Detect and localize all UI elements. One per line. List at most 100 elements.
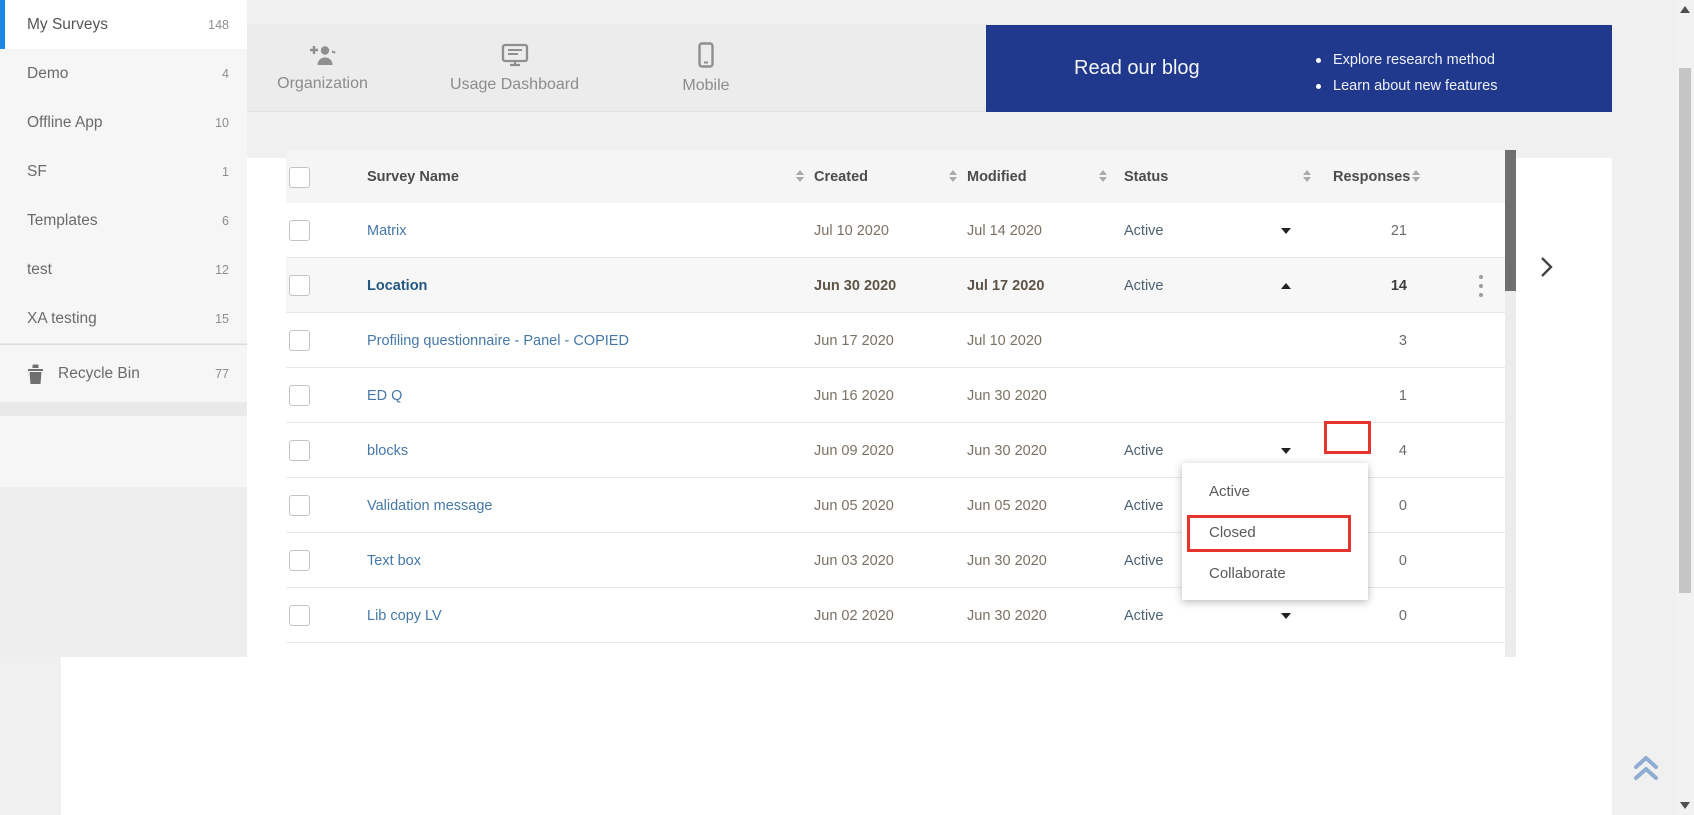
modified-date: Jun 30 2020 [967, 368, 1047, 423]
created-date: Jun 30 2020 [814, 258, 896, 313]
nav-tab-label: Organization [277, 75, 368, 93]
chevron-right-icon [1534, 255, 1558, 279]
double-chevron-up-icon [1628, 752, 1664, 784]
sidebar-item-sf[interactable]: SF1 [0, 147, 247, 196]
folders-sidebar: My Surveys148Demo4Offline App10SF1Templa… [0, 0, 247, 657]
responses-count: 1 [1336, 368, 1407, 423]
banner-bullet-item[interactable]: Learn about new features [1316, 73, 1497, 99]
row-checkbox[interactable] [289, 330, 310, 351]
column-header-responses[interactable]: Responses [1333, 150, 1410, 203]
page-scrollbar[interactable] [1676, 0, 1694, 815]
column-header-status[interactable]: Status [1124, 150, 1168, 203]
nav-tab-label: Usage Dashboard [450, 76, 579, 94]
dashboard-icon [501, 43, 529, 67]
sort-icon[interactable] [1303, 170, 1311, 182]
sidebar-item-count: 6 [222, 214, 229, 228]
responses-count: 14 [1336, 258, 1407, 313]
caret-down-icon [1281, 448, 1291, 454]
scrollbar-up-arrow-icon[interactable] [1680, 6, 1690, 13]
sidebar-item-offline-app[interactable]: Offline App10 [0, 98, 247, 147]
sidebar-item-templates[interactable]: Templates6 [0, 196, 247, 245]
status-dropdown-caret[interactable] [1274, 203, 1298, 258]
table-scrollbar-thumb[interactable] [1505, 150, 1516, 291]
table-row: MatrixJul 10 2020Jul 14 2020Active21 [286, 203, 1505, 258]
status-value: Active [1124, 533, 1164, 588]
scroll-to-top-button[interactable] [1628, 752, 1664, 784]
banner-bullet-item[interactable]: Explore research method [1316, 47, 1497, 73]
status-value: Active [1124, 258, 1164, 313]
survey-name-link[interactable]: Profiling questionnaire - Panel - COPIED [367, 313, 629, 368]
row-checkbox[interactable] [289, 550, 310, 571]
row-checkbox[interactable] [289, 440, 310, 461]
survey-name-link[interactable]: Text box [367, 533, 421, 588]
sidebar-item-demo[interactable]: Demo4 [0, 49, 247, 98]
nav-tab-mobile[interactable]: Mobile [618, 24, 794, 112]
survey-name-link[interactable]: Lib copy LV [367, 588, 442, 643]
survey-name-link[interactable]: Matrix [367, 203, 406, 258]
status-dropdown-menu: ActiveClosedCollaborate [1182, 463, 1368, 600]
column-header-created[interactable]: Created [814, 150, 868, 203]
mobile-icon [698, 42, 714, 68]
modified-date: Jul 14 2020 [967, 203, 1042, 258]
table-scrollbar-track[interactable] [1505, 150, 1516, 657]
sidebar-item-count: 4 [222, 67, 229, 81]
sort-icon[interactable] [1099, 170, 1107, 182]
select-all-checkbox[interactable] [289, 167, 310, 188]
created-date: Jun 05 2020 [814, 478, 894, 533]
table-header-row: Survey Name Created Modified Status Resp… [286, 150, 1505, 203]
page-scrollbar-thumb[interactable] [1679, 68, 1691, 593]
sidebar-item-count: 77 [215, 367, 229, 381]
survey-name-link[interactable]: ED Q [367, 368, 402, 423]
scrollbar-down-arrow-icon[interactable] [1680, 802, 1690, 809]
modified-date: Jul 10 2020 [967, 313, 1042, 368]
status-value: Active [1124, 423, 1164, 478]
row-checkbox[interactable] [289, 605, 310, 626]
row-checkbox[interactable] [289, 385, 310, 406]
blog-banner[interactable]: Read our blog Explore research method Lea… [986, 25, 1612, 112]
nav-tab-usage-dashboard[interactable]: Usage Dashboard [411, 24, 618, 112]
survey-name-link[interactable]: Validation message [367, 478, 492, 533]
row-checkbox[interactable] [289, 275, 310, 296]
column-header-modified[interactable]: Modified [967, 150, 1027, 203]
sidebar-item-label: Recycle Bin [58, 365, 215, 383]
top-navigation-bar: SurveysOrganizationUsage DashboardMobile… [61, 24, 1612, 112]
sidebar-item-recycle-bin[interactable]: Recycle Bin 77 [0, 345, 247, 402]
sidebar-item-xa-testing[interactable]: XA testing15 [0, 294, 247, 343]
row-checkbox[interactable] [289, 220, 310, 241]
created-date: Jul 10 2020 [814, 203, 889, 258]
bullet-icon [1316, 84, 1321, 89]
row-checkbox[interactable] [289, 495, 310, 516]
status-value: Active [1124, 478, 1164, 533]
status-option-closed[interactable]: Closed [1182, 512, 1368, 552]
modified-date: Jun 30 2020 [967, 533, 1047, 588]
status-option-collaborate[interactable]: Collaborate [1182, 553, 1368, 593]
created-date: Jun 16 2020 [814, 368, 894, 423]
sort-icon[interactable] [796, 170, 804, 182]
row-kebab-menu[interactable] [1471, 275, 1491, 297]
sidebar-item-label: My Surveys [27, 16, 208, 34]
sidebar-item-my-surveys[interactable]: My Surveys148 [0, 0, 247, 49]
banner-bullet-label: Learn about new features [1333, 78, 1497, 94]
sidebar-item-label: test [27, 261, 215, 279]
sort-icon[interactable] [1412, 170, 1420, 182]
column-header-survey-name[interactable]: Survey Name [367, 150, 459, 203]
sidebar-item-count: 15 [215, 312, 229, 326]
caret-down-icon [1281, 613, 1291, 619]
modified-date: Jul 17 2020 [967, 258, 1044, 313]
blog-banner-title[interactable]: Read our blog [1074, 57, 1200, 80]
next-page-button[interactable] [1534, 255, 1558, 279]
sidebar-item-count: 12 [215, 263, 229, 277]
responses-count: 3 [1336, 313, 1407, 368]
created-date: Jun 09 2020 [814, 423, 894, 478]
sidebar-empty-area [0, 487, 247, 657]
sidebar-item-count: 1 [222, 165, 229, 179]
modified-date: Jun 05 2020 [967, 478, 1047, 533]
status-option-active[interactable]: Active [1182, 471, 1368, 511]
sort-icon[interactable] [949, 170, 957, 182]
status-dropdown-caret[interactable] [1274, 258, 1298, 313]
survey-name-link[interactable]: Location [367, 258, 427, 313]
modified-date: Jun 30 2020 [967, 423, 1047, 478]
nav-tab-organization[interactable]: Organization [234, 24, 411, 112]
sidebar-item-test[interactable]: test12 [0, 245, 247, 294]
survey-name-link[interactable]: blocks [367, 423, 408, 478]
